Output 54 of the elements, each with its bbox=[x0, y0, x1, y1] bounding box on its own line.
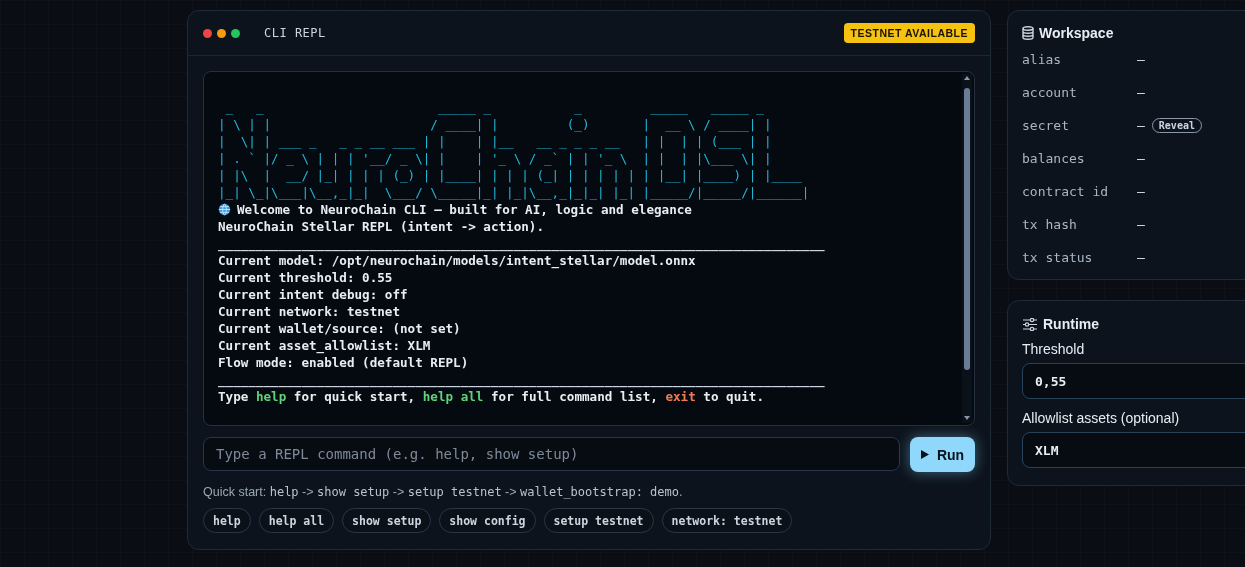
quick-start-text: Quick start: help -> show setup -> setup testnet -> wallet_bootstrap: demo. bbox=[203, 485, 684, 499]
command-chip[interactable]: show config bbox=[439, 508, 536, 533]
panel-title: Runtime bbox=[1043, 316, 1099, 332]
terminal-line: NeuroChain Stellar REPL (intent -> action). bbox=[218, 218, 545, 235]
ascii-banner-line: | . ` |/ _ \ | | | '__/ _ \| | | '_ \ / _` | | '_ \ | | | |\___ \| | bbox=[218, 150, 773, 167]
field-value: — bbox=[1137, 118, 1145, 133]
field-label: account bbox=[1022, 85, 1078, 100]
terminal-line: Flow mode: enabled (default REPL) bbox=[218, 354, 469, 371]
terminal-line: Current network: testnet bbox=[218, 303, 400, 320]
terminal-line: Current intent debug: off bbox=[218, 286, 408, 303]
terminal-line: Welcome to NeuroChain CLI — built for AI, logic and elegance bbox=[237, 201, 692, 218]
field-label: tx hash bbox=[1022, 217, 1078, 232]
divider-line: ________________________________________________________________________________ bbox=[218, 235, 825, 252]
ascii-banner-line: _ _ _____ _ _ _____ _____ _ bbox=[224, 99, 765, 116]
run-button[interactable]: Run bbox=[910, 437, 975, 472]
field-value: — bbox=[1137, 151, 1145, 166]
field-label: Allowlist assets (optional) bbox=[1022, 410, 1181, 426]
play-icon bbox=[920, 450, 929, 459]
field-value: — bbox=[1137, 250, 1145, 265]
scrollbar[interactable] bbox=[962, 74, 972, 423]
command-chip[interactable]: setup testnet bbox=[543, 508, 654, 533]
terminal-line: Current model: /opt/neurochain/models/intent_stellar/model.onnx bbox=[218, 252, 696, 269]
field-label: balances bbox=[1022, 151, 1086, 166]
terminal-line: Current asset_allowlist: XLM bbox=[218, 337, 431, 354]
command-chip[interactable]: show setup bbox=[342, 508, 432, 533]
command-chip[interactable]: network: testnet bbox=[661, 508, 793, 533]
globe-icon bbox=[218, 203, 231, 216]
field-value: — bbox=[1137, 217, 1145, 232]
divider-line: ________________________________________________________________________________ bbox=[218, 371, 825, 388]
field-label: secret bbox=[1022, 118, 1070, 133]
status-badge: TESTNET AVAILABLE bbox=[843, 23, 975, 43]
terminal-line: Current threshold: 0.55 bbox=[218, 269, 393, 286]
database-icon bbox=[1022, 26, 1034, 40]
ascii-banner-line: | |\ | __/ |_| | | | (_) | |____| | | | (_| | | | | | | |__| |____) | |____ bbox=[218, 167, 803, 184]
command-chip[interactable]: help bbox=[203, 508, 251, 533]
sliders-icon bbox=[1022, 317, 1038, 331]
panel-title: CLI REPL bbox=[264, 26, 326, 40]
command-input[interactable]: Type a REPL command (e.g. help, show setup) bbox=[203, 437, 900, 471]
terminal-line: Current wallet/source: (not set) bbox=[218, 320, 461, 337]
field-label: contract id bbox=[1022, 184, 1110, 199]
field-value: — bbox=[1137, 52, 1145, 67]
ascii-banner-line: | \| | ___ _ _ _ __ ___ | | | |__ __ _ _ _ __ | | | | (___ | | bbox=[218, 133, 773, 150]
terminal-line: Type help for quick start, help all for full command list, exit to quit. bbox=[218, 388, 764, 405]
text-field[interactable]: 0,55 bbox=[1022, 363, 1245, 399]
panel-title: Workspace bbox=[1039, 25, 1114, 41]
field-label: alias bbox=[1022, 52, 1063, 67]
ascii-banner-line: | \ | | / ____| | (_) | __ \ / ____| | bbox=[218, 116, 773, 133]
field-label: tx status bbox=[1022, 250, 1094, 265]
command-chip[interactable]: help all bbox=[258, 508, 335, 533]
field-label: Threshold bbox=[1022, 341, 1086, 357]
ascii-banner-line: |_| \_|\___|\__,_|_| \___/ \_____|_| |_|\__,_|_|_| |_| |_____/|_____/|______| bbox=[218, 184, 811, 201]
text-field[interactable]: XLM bbox=[1022, 432, 1245, 468]
field-value: — bbox=[1137, 184, 1145, 199]
field-value: — bbox=[1137, 85, 1145, 100]
